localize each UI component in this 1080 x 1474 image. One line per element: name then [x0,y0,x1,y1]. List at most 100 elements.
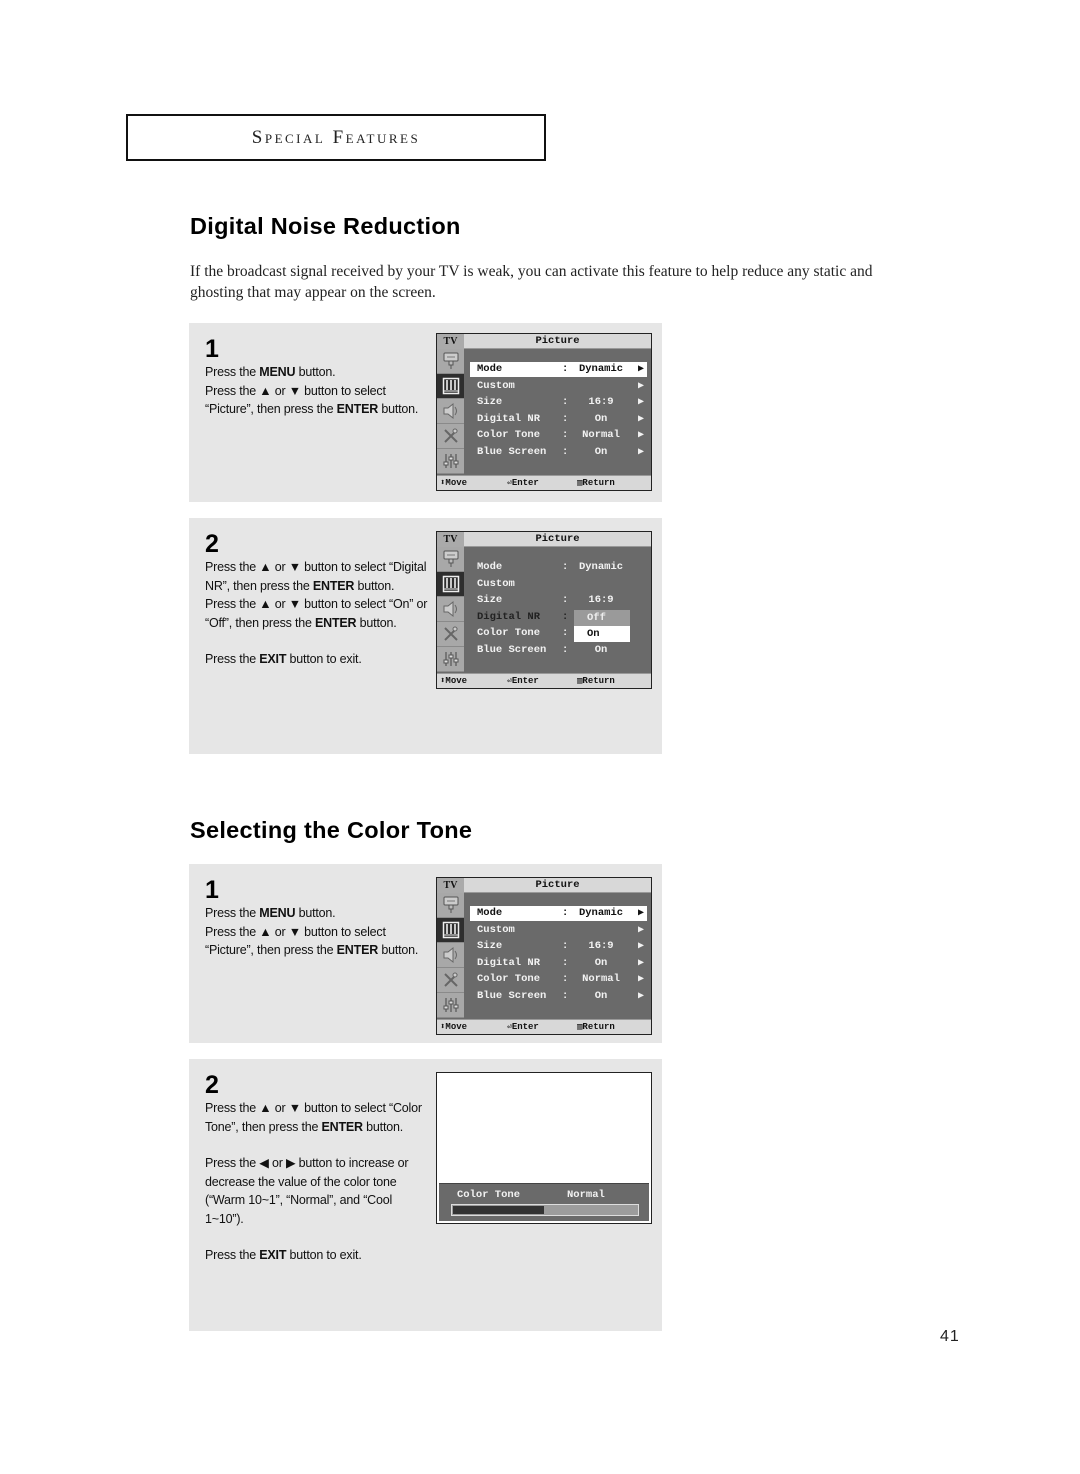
osd-title: Picture [535,533,580,545]
menu-item-arrow-icon: ▶ [637,447,644,458]
osd-menu-item[interactable]: Custom ▶ [470,379,647,394]
osd-footer-enter: ⏎Enter [507,476,539,491]
setup-icon[interactable] [437,993,464,1018]
step-dnr-2: 2 Press the ▲ or ▼ button to select “Digi… [189,518,662,754]
instruction-line: Press the ▲ or ▼ button to select “Pictu… [205,382,430,419]
setup-icon[interactable] [437,647,464,672]
step-ct-1: 1 Press the MENU button. Press the ▲ or ▼ … [189,864,662,1043]
menu-item-arrow-icon: ▶ [637,974,644,986]
menu-item-label: Custom [477,923,515,936]
menu-item-value: On [594,446,608,458]
button-name: MENU [259,365,296,379]
color-tone-slider[interactable] [451,1204,639,1216]
menu-item-value: Dynamic [578,363,624,375]
picture-icon[interactable] [437,918,464,943]
osd-footer-move: ⬍Move [440,674,467,689]
menu-item-colon: : [562,907,569,919]
osd-menu-item[interactable]: Mode: Dynamic [470,560,647,575]
instruction-text: button. [356,615,397,630]
channel-icon[interactable] [437,968,464,993]
osd-title-bar: TV Picture [437,878,651,893]
osd-menu-item[interactable]: Custom [470,577,647,592]
instruction-line: Press the ◀ or ▶ button to increase or d… [205,1154,430,1228]
move-label: Move [445,477,468,488]
osd-title-bar: TV Picture [437,334,651,349]
menu-item-label: Size [477,594,503,607]
enter-label: Enter [511,477,539,488]
menu-item-colon: : [562,561,569,573]
step-number: 1 [205,876,219,904]
menu-item-label: Size [477,940,503,953]
osd-menu-item[interactable]: Custom ▶ [470,923,647,938]
menu-item-arrow-icon: ▶ [637,430,644,442]
menu-item-colon: : [562,363,569,375]
menu-item-label: Custom [477,379,515,392]
dropdown-option[interactable]: Off [574,609,630,626]
channel-icon[interactable] [437,424,464,449]
slider-value: Normal [567,1189,605,1201]
osd-menu-item[interactable]: Mode: Dynamic ▶ [470,906,647,921]
picture-icon[interactable] [437,374,464,399]
osd-menu-item[interactable]: Blue Screen: On [470,643,647,658]
menu-item-value: On [594,644,608,656]
button-name: ENTER [321,1119,364,1134]
osd-tv-label: TV [437,878,464,893]
antenna-icon[interactable] [437,893,464,918]
menu-item-colon: : [562,610,569,623]
osd-menu-item[interactable]: Digital NR: On ▶ [470,412,647,427]
sound-icon[interactable] [437,943,464,968]
setup-icon[interactable] [437,449,464,474]
osd-menu-item[interactable]: Color Tone: Normal ▶ [470,428,647,443]
osd-menu-item[interactable]: Digital NR: On ▶ [470,956,647,971]
menu-item-colon: : [562,956,569,969]
menu-item-value: On [594,412,608,425]
osd-menu-item[interactable]: Size: 16:9 ▶ [470,395,647,410]
osd-menu-item[interactable]: Mode: Dynamic ▶ [470,362,647,377]
menu-item-value: Normal [582,429,620,442]
channel-icon[interactable] [437,622,464,647]
button-name: MENU [259,906,296,920]
osd-dropdown[interactable]: Off On [574,609,630,642]
menu-item-label: Blue Screen [477,446,547,458]
osd-footer-enter: ⏎Enter [507,674,539,689]
page-number: 41 [940,1328,960,1345]
osd-tv-label: TV [437,532,464,547]
instruction-line: Press the MENU button. [205,363,430,382]
instruction-text: button. [378,943,419,957]
step-ct-2: 2 Press the ▲ or ▼ button to select “Colo… [189,1059,662,1331]
menu-item-label: Mode [477,363,503,375]
antenna-icon[interactable] [437,349,464,374]
osd-menu-item[interactable]: Size: 16:9 ▶ [470,939,647,954]
sound-icon[interactable] [437,597,464,622]
step-number: 2 [205,530,219,558]
tv-osd-slider-screen: Color Tone Normal [436,1072,652,1224]
sound-icon[interactable] [437,399,464,424]
section-header: Special Features [126,114,546,161]
instruction-text: Press the ◀ or ▶ button to increase or d… [205,1156,409,1226]
antenna-icon[interactable] [437,547,464,572]
color-tone-slider-panel: Color Tone Normal [439,1183,649,1221]
step-instructions: Press the MENU button. Press the ▲ or ▼ b… [205,363,430,419]
osd-menu-item[interactable]: Blue Screen: On ▶ [470,989,647,1004]
menu-item-arrow-icon: ▶ [637,991,644,1002]
slider-fill [453,1206,544,1214]
menu-item-arrow-icon: ▶ [637,957,644,969]
menu-item-value: Dynamic [578,907,624,919]
menu-item-arrow-icon: ▶ [637,908,644,919]
instruction-text: Press the [205,365,260,379]
menu-item-value: 16:9 [588,594,614,607]
osd-menu-item[interactable]: Color Tone: Normal ▶ [470,972,647,987]
osd-title: Picture [535,879,580,891]
osd-footer-move: ⬍Move [440,1020,467,1035]
picture-icon[interactable] [437,572,464,597]
dropdown-option[interactable]: On [574,625,630,642]
menu-item-label: Color Tone [477,973,541,986]
osd-menu-item[interactable]: Size: 16:9 [470,593,647,608]
menu-item-label: Custom [477,577,515,590]
menu-item-value: Dynamic [578,561,624,573]
move-label: Move [445,675,468,686]
menu-item-value: 16:9 [588,940,614,953]
osd-menu-item[interactable]: Blue Screen: On ▶ [470,445,647,460]
